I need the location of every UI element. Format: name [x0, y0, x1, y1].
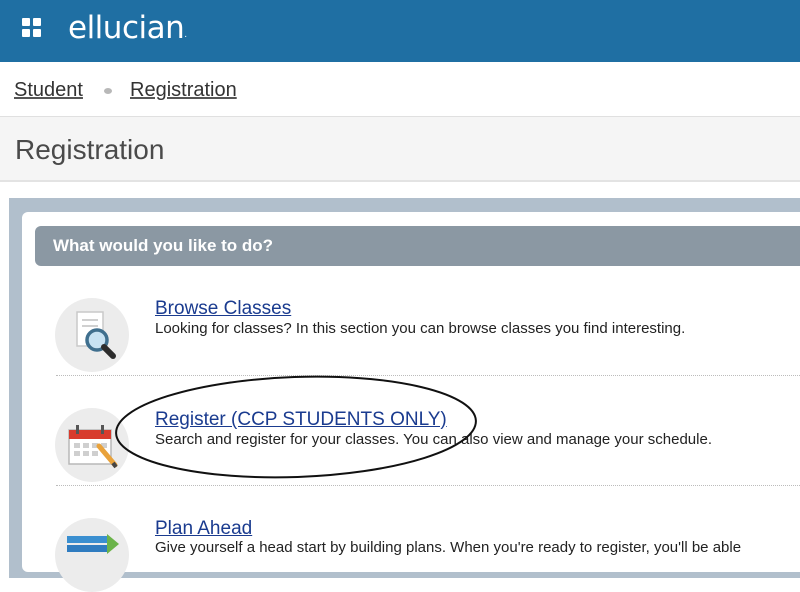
annotation-ellipse: [115, 375, 477, 479]
